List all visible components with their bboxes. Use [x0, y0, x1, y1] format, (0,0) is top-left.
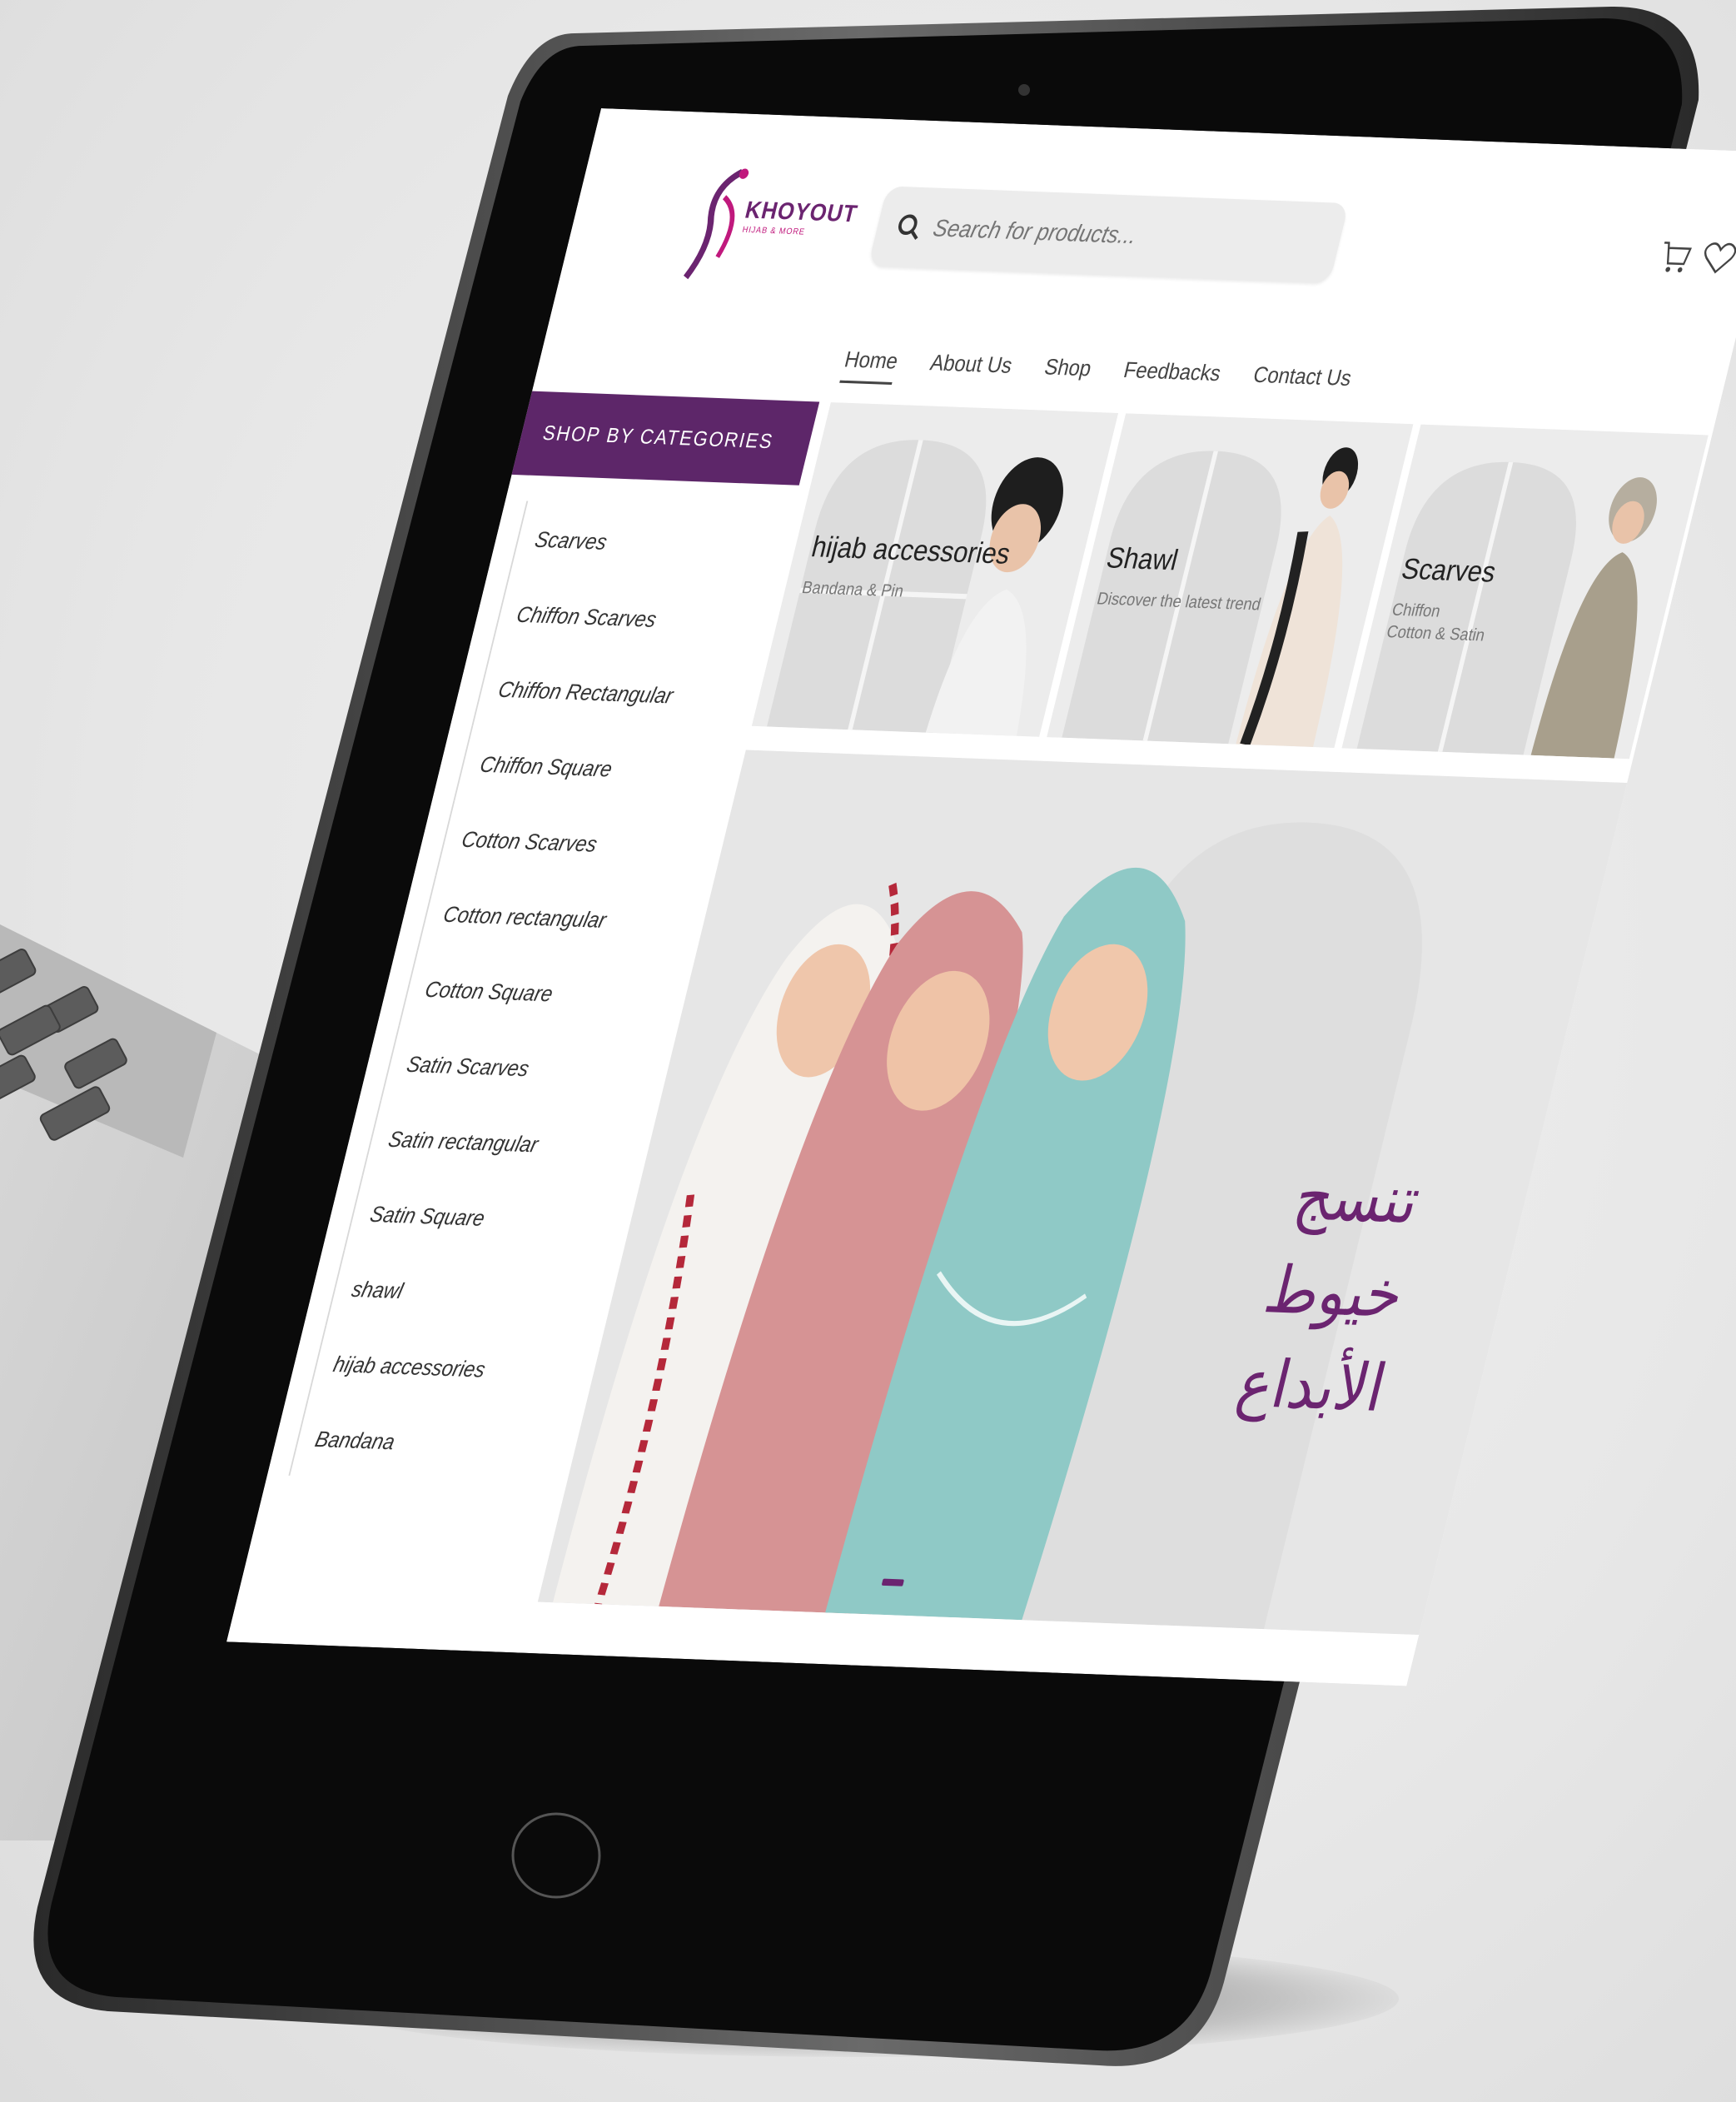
- category-item[interactable]: Chiffon Scarves: [490, 575, 766, 661]
- nav-shop[interactable]: Shop: [1042, 353, 1095, 381]
- nav-contact-us[interactable]: Contact Us: [1251, 361, 1354, 391]
- hero-line-2: الأبداع: [1230, 1344, 1395, 1427]
- category-item[interactable]: Satin Scarves: [380, 1025, 656, 1111]
- search-input[interactable]: [928, 213, 1317, 257]
- cart-icon[interactable]: [1654, 237, 1696, 276]
- main-nav: Home About Us Shop Feedbacks Contact Us: [840, 337, 1380, 400]
- card-title: Scarves: [1398, 552, 1500, 589]
- category-item[interactable]: hijab accessories: [306, 1325, 583, 1411]
- tablet-screen: KHOYOUT HIJAB & MORE Search for products…: [0, 0, 1736, 2102]
- brand-logo[interactable]: KHOYOUT HIJAB & MORE: [671, 162, 860, 295]
- search-icon[interactable]: [890, 210, 928, 245]
- carousel-indicator[interactable]: [881, 1578, 905, 1586]
- category-item[interactable]: Satin Square: [343, 1175, 619, 1261]
- category-item[interactable]: shawl: [325, 1250, 601, 1336]
- hero-line-1: تنسج خيوط: [1257, 1158, 1428, 1332]
- card-subtitle: Bandana & Pin: [799, 578, 906, 601]
- brand-name: KHOYOUT: [742, 196, 861, 227]
- heart-icon[interactable]: [1698, 239, 1736, 278]
- category-item[interactable]: Cotton Square: [398, 950, 674, 1036]
- category-item[interactable]: Cotton Scarves: [435, 800, 711, 886]
- category-item[interactable]: Chiffon Rectangular: [471, 650, 748, 736]
- nav-feedbacks[interactable]: Feedbacks: [1122, 356, 1224, 386]
- website: KHOYOUT HIJAB & MORE Search for products…: [226, 108, 1736, 1686]
- categories-header: SHOP BY CATEGORIES: [511, 391, 820, 486]
- category-item[interactable]: Bandana: [288, 1400, 565, 1486]
- nav-about-us[interactable]: About Us: [928, 349, 1016, 378]
- card-title: Shawl: [1103, 541, 1181, 577]
- search-bar[interactable]: [868, 186, 1350, 284]
- card-subtitle: Chiffon Cotton & Satin: [1384, 600, 1487, 645]
- category-item[interactable]: Scarves: [508, 501, 784, 586]
- category-item[interactable]: Chiffon Square: [453, 725, 729, 811]
- category-item[interactable]: Cotton rectangular: [416, 875, 693, 961]
- hero-banner[interactable]: تنسج خيوط الأبداع: [537, 750, 1628, 1636]
- nav-home[interactable]: Home: [842, 346, 902, 374]
- category-item[interactable]: Satin rectangular: [361, 1100, 638, 1186]
- brand-tagline: HIJAB & MORE: [741, 225, 807, 237]
